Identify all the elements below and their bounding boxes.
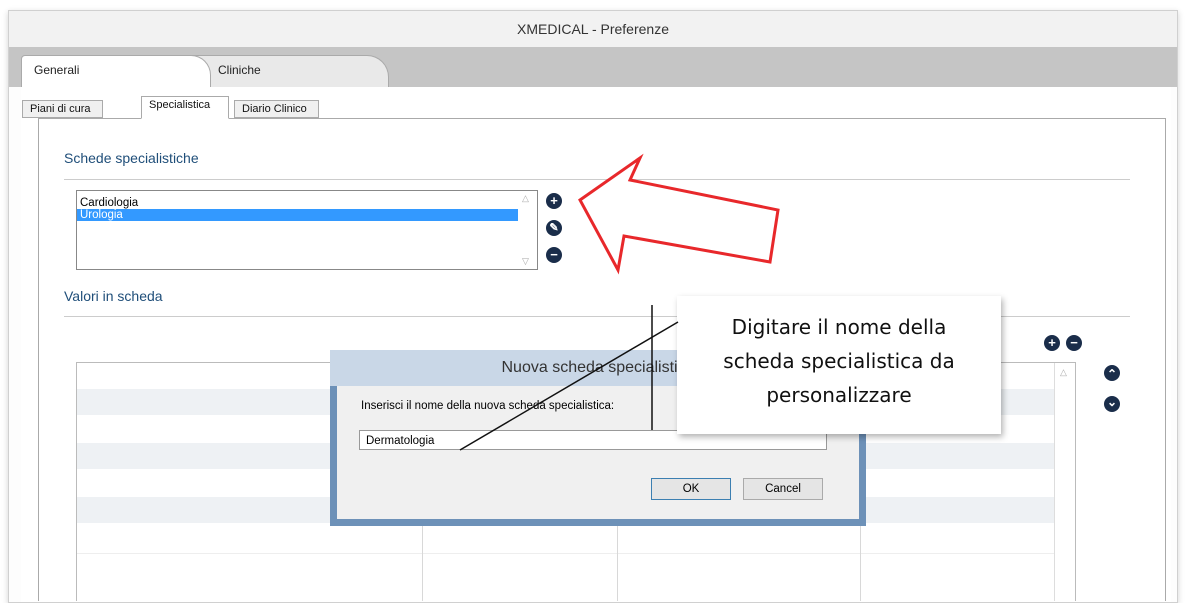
- pointer-arrow-icon: [578, 153, 780, 275]
- annotation-overlay: [459, 153, 780, 451]
- callout-pointer-line: [459, 321, 679, 451]
- tab-specialistica[interactable]: Specialistica: [141, 96, 229, 119]
